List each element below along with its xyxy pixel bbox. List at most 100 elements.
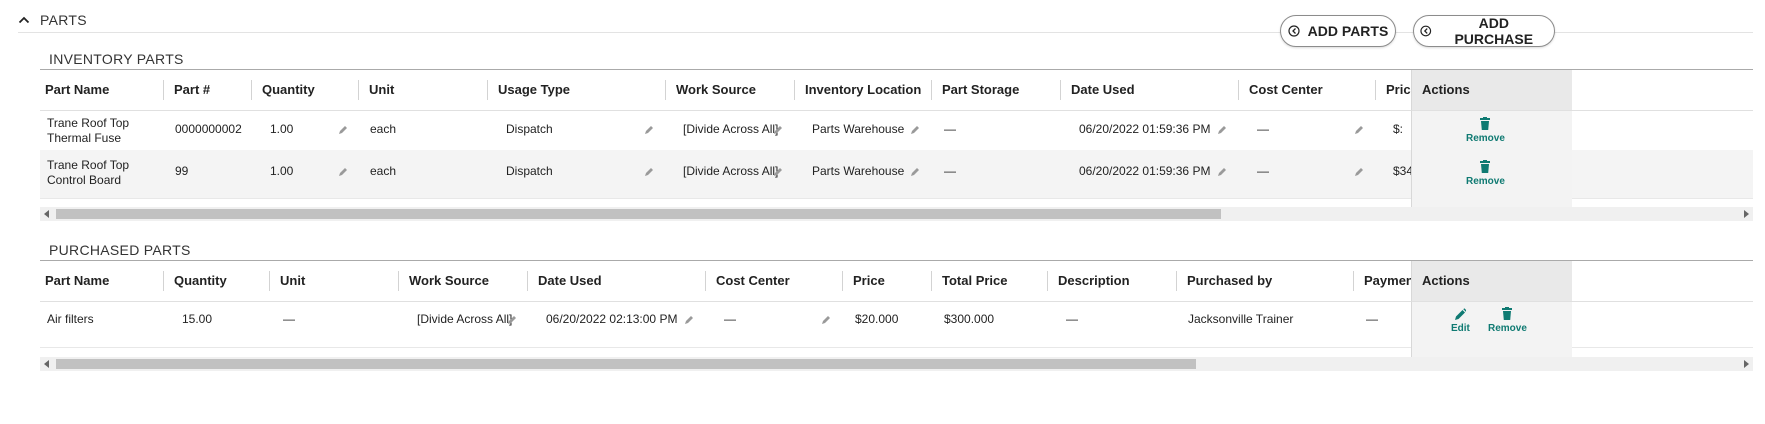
part-name: Trane Roof Top Thermal Fuse [47, 116, 130, 145]
usage-type: Dispatch [506, 164, 553, 178]
purchased-by: Jacksonville Trainer [1188, 312, 1294, 326]
section-title: PARTS [40, 12, 87, 28]
col-date-used[interactable]: Date Used [538, 261, 602, 301]
col-part-number[interactable]: Part # [174, 70, 210, 110]
edit-button[interactable]: Edit [1451, 307, 1470, 334]
part-name: Trane Roof Top Control Board [47, 158, 130, 187]
scroll-right-arrow[interactable] [1744, 210, 1749, 218]
cost-center: — [1257, 164, 1269, 178]
pencil-icon[interactable] [1354, 125, 1364, 135]
scroll-right-arrow[interactable] [1744, 360, 1749, 368]
pencil-icon[interactable] [910, 167, 920, 177]
col-date-used[interactable]: Date Used [1071, 70, 1135, 110]
pencil-icon [1455, 308, 1467, 320]
quantity: 1.00 [270, 164, 294, 178]
date-used: 06/20/2022 01:59:36 PM [1079, 164, 1211, 178]
trash-icon [1480, 117, 1491, 130]
part-number: 0000000002 [175, 122, 242, 136]
remove-button[interactable]: Remove [1466, 117, 1505, 144]
col-part-storage[interactable]: Part Storage [942, 70, 1019, 110]
part-storage: — [944, 164, 956, 178]
circle-arrow-left-icon [1288, 25, 1300, 37]
scrollbar-thumb[interactable] [56, 359, 1196, 369]
parts-section-toggle[interactable]: PARTS [18, 12, 87, 28]
unit: each [370, 164, 397, 178]
col-usage-type[interactable]: Usage Type [498, 70, 570, 110]
part-name: Air filters [47, 312, 94, 326]
col-price[interactable]: Price [853, 261, 885, 301]
col-part-name[interactable]: Part Name [45, 261, 109, 301]
remove-button[interactable]: Remove [1466, 160, 1505, 187]
pencil-icon[interactable] [1217, 167, 1227, 177]
scroll-left-arrow[interactable] [44, 210, 49, 218]
part-storage: — [944, 122, 956, 136]
inventory-parts-title: INVENTORY PARTS [49, 51, 184, 67]
total-price: $300.000 [944, 312, 995, 326]
col-inventory-location[interactable]: Inventory Location [805, 70, 921, 110]
purchased-horizontal-scrollbar[interactable] [40, 357, 1753, 371]
col-actions: Actions [1411, 70, 1572, 111]
col-part-name[interactable]: Part Name [45, 70, 109, 110]
circle-arrow-left-icon [1420, 25, 1432, 37]
add-parts-label: ADD PARTS [1307, 23, 1389, 39]
scrollbar-thumb[interactable] [56, 209, 1221, 219]
pencil-icon[interactable] [773, 125, 783, 135]
work-source: [Divide Across All] [683, 122, 779, 136]
description: — [1066, 312, 1078, 326]
col-quantity[interactable]: Quantity [262, 70, 315, 110]
pencil-icon[interactable] [507, 315, 517, 325]
inventory-location: Parts Warehouse [812, 164, 905, 178]
col-actions: Actions [1411, 261, 1572, 302]
add-parts-button[interactable]: ADD PARTS [1280, 15, 1396, 47]
actions-header-label: Actions [1422, 82, 1470, 97]
quantity: 1.00 [270, 122, 294, 136]
unit: each [370, 122, 397, 136]
pencil-icon[interactable] [684, 315, 694, 325]
purchased-parts-title: PURCHASED PARTS [49, 242, 191, 258]
inventory-horizontal-scrollbar[interactable] [40, 207, 1753, 221]
col-cost-center[interactable]: Cost Center [1249, 70, 1323, 110]
pencil-icon[interactable] [338, 125, 348, 135]
part-number: 99 [175, 164, 189, 178]
trash-icon [1480, 160, 1491, 173]
remove-label: Remove [1488, 323, 1527, 334]
pencil-icon[interactable] [644, 125, 654, 135]
unit: — [283, 312, 295, 326]
trash-icon [1502, 307, 1513, 320]
add-purchase-label: ADD PURCHASE [1454, 15, 1534, 47]
pencil-icon[interactable] [1217, 125, 1227, 135]
pencil-icon[interactable] [821, 315, 831, 325]
col-purchased-by[interactable]: Purchased by [1187, 261, 1272, 301]
inventory-location: Parts Warehouse [812, 122, 905, 136]
cost-center: — [1257, 122, 1269, 136]
pencil-icon[interactable] [644, 167, 654, 177]
remove-label: Remove [1466, 133, 1505, 144]
date-used: 06/20/2022 02:13:00 PM [546, 312, 678, 326]
actions-header-label: Actions [1422, 273, 1470, 288]
pencil-icon[interactable] [910, 125, 920, 135]
col-unit[interactable]: Unit [280, 261, 305, 301]
cost-center: — [724, 312, 736, 326]
work-source: [Divide Across All] [417, 312, 513, 326]
pencil-icon[interactable] [338, 167, 348, 177]
col-quantity[interactable]: Quantity [174, 261, 227, 301]
payment: — [1366, 312, 1378, 326]
usage-type: Dispatch [506, 122, 553, 136]
add-purchase-button[interactable]: ADD PURCHASE [1413, 15, 1555, 47]
edit-label: Edit [1451, 323, 1470, 334]
remove-label: Remove [1466, 176, 1505, 187]
col-unit[interactable]: Unit [369, 70, 394, 110]
pencil-icon[interactable] [773, 167, 783, 177]
col-description[interactable]: Description [1058, 261, 1130, 301]
scroll-left-arrow[interactable] [44, 360, 49, 368]
col-work-source[interactable]: Work Source [676, 70, 756, 110]
chevron-up-icon [18, 16, 30, 24]
pencil-icon[interactable] [1354, 167, 1364, 177]
col-total-price[interactable]: Total Price [942, 261, 1008, 301]
remove-button[interactable]: Remove [1488, 307, 1527, 334]
work-source: [Divide Across All] [683, 164, 779, 178]
col-cost-center[interactable]: Cost Center [716, 261, 790, 301]
col-work-source[interactable]: Work Source [409, 261, 489, 301]
date-used: 06/20/2022 01:59:36 PM [1079, 122, 1211, 136]
price: $: [1393, 122, 1404, 136]
